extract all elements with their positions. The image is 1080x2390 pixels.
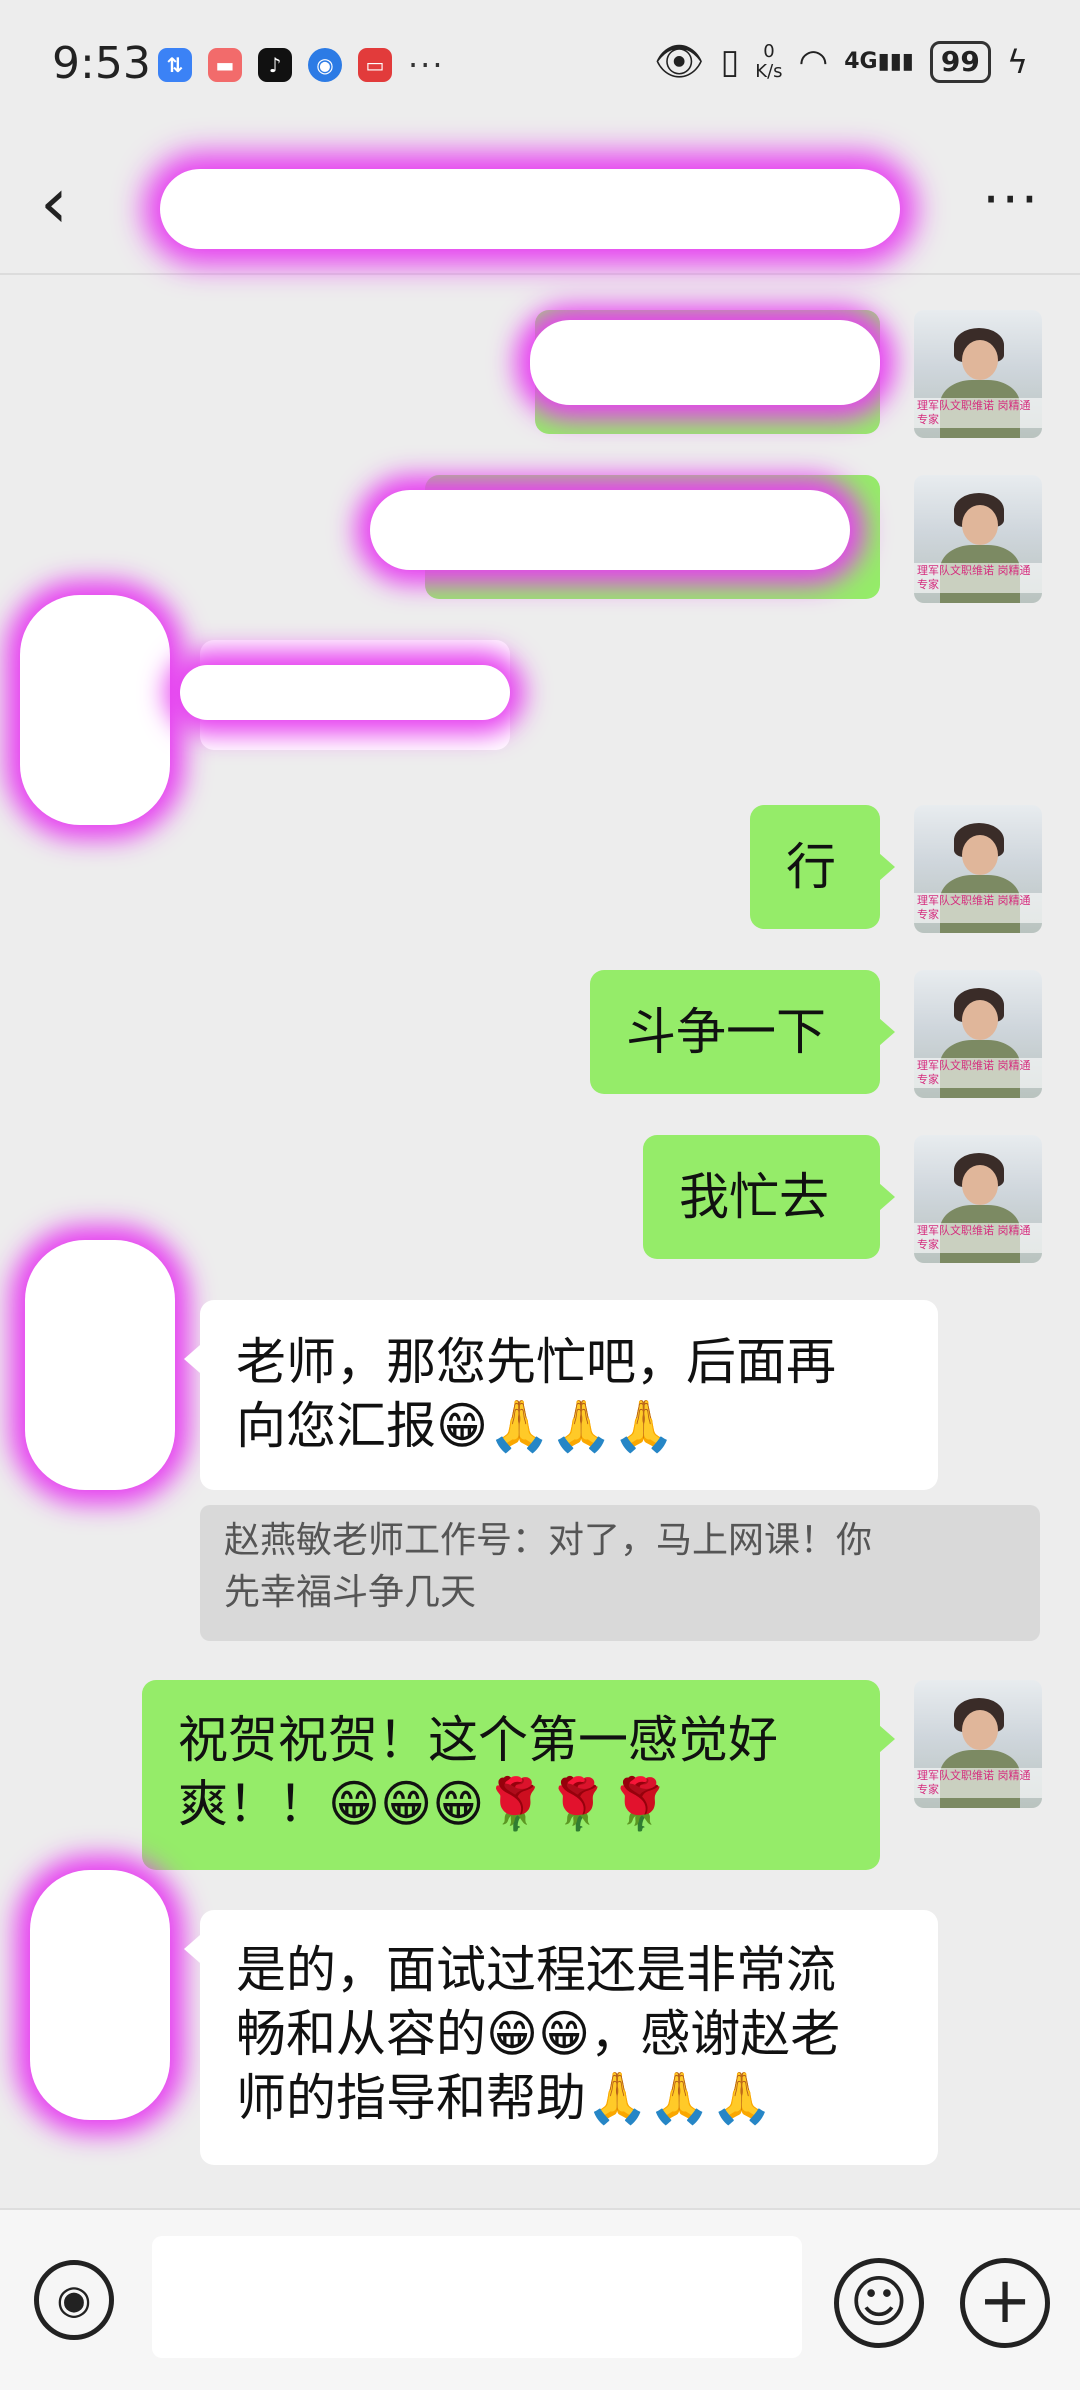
battery-icon: 99 [929,40,991,83]
bubble-tail [879,1018,895,1046]
message-line: 老师，那您先忙吧，后面再 [236,1333,836,1391]
status-bar: 9:53 ⇅ ▬ ♪ ◉ ▭ ··· 👁 ▯ 0 K/s ◠ 4G▮▮▮ 99 … [0,0,1080,135]
message-bubble-outgoing[interactable]: 斗争一下 [590,970,880,1094]
status-time: 9:53 [52,38,151,89]
eye-icon: 👁 [653,39,705,85]
chat-title-redacted [160,169,900,249]
message-bubble-outgoing[interactable]: 我忙去 [643,1135,880,1259]
quote-line: 先幸福斗争几天 [224,1572,477,1613]
bubble-tail [879,1725,895,1753]
quote-line: 赵燕敏老师工作号：对了，马上网课！你 [224,1520,873,1561]
avatar[interactable]: 理军队文职维诺 岗精通专家 [914,310,1042,438]
avatar[interactable]: 理军队文职维诺 岗精通专家 [914,1135,1042,1263]
redaction-mark [25,1240,175,1490]
message-line: 向您汇报😁🙏🙏🙏 [236,1397,675,1455]
message-line: 是的，面试过程还是非常流 [236,1941,836,1999]
redaction-mark [180,665,510,720]
chat-header: ‹ ··· [0,135,1080,275]
tiktok-app-icon: ♪ [258,48,292,82]
emoji-icon[interactable]: ☺ [834,2258,924,2348]
avatar[interactable]: 理军队文职维诺 岗精通专家 [914,805,1042,933]
message-bubble-incoming[interactable]: 老师，那您先忙吧，后面再 向您汇报😁🙏🙏🙏 [200,1300,938,1490]
status-more-icon: ··· [408,46,445,84]
video-app-icon: ▭ [358,48,392,82]
redaction-mark [370,490,850,570]
avatar[interactable]: 理军队文职维诺 岗精通专家 [914,475,1042,603]
message-list[interactable]: 理军队文职维诺 岗精通专家 理军队文职维诺 岗精通专家 行 理军队文职维诺 岗精… [0,275,1080,2205]
more-options-button[interactable]: ··· [983,165,1041,235]
redaction-mark [30,1870,170,2120]
bubble-tail [879,853,895,881]
status-indicators: 👁 ▯ 0 K/s ◠ 4G▮▮▮ 99 ϟ [654,38,1028,85]
avatar[interactable]: 理军队文职维诺 岗精通专家 [914,1680,1042,1808]
bulb-app-icon: ◉ [308,48,342,82]
signal-icon: 4G▮▮▮ [844,49,914,74]
input-bar: ◉ ☺ + [0,2208,1080,2390]
back-button[interactable]: ‹ [40,163,110,243]
avatar[interactable]: 理军队文职维诺 岗精通专家 [914,970,1042,1098]
voice-icon[interactable]: ◉ [34,2260,114,2340]
message-line: 祝贺祝贺！这个第一感觉好 [178,1711,778,1769]
charging-icon: ϟ [1006,42,1028,81]
message-bubble-outgoing[interactable]: 祝贺祝贺！这个第一感觉好 爽！！😁😁😁🌹🌹🌹 [142,1680,880,1870]
bubble-tail [184,1345,200,1373]
message-bubble-outgoing[interactable]: 行 [750,805,880,929]
status-app-icons: ⇅ ▬ ♪ ◉ ▭ ··· [158,46,445,84]
message-line: 畅和从容的😁😁，感谢赵老 [236,2005,841,2063]
message-bubble-incoming[interactable]: 是的，面试过程还是非常流 畅和从容的😁😁，感谢赵老 师的指导和帮助🙏🙏🙏 [200,1910,938,2165]
bubble-tail [879,1183,895,1211]
bubble-tail [184,1935,200,1963]
transfer-app-icon: ⇅ [158,48,192,82]
vibrate-icon: ▯ [720,41,740,82]
message-line: 师的指导和帮助🙏🙏🙏 [236,2069,773,2127]
net-speed: 0 K/s [755,40,783,82]
quoted-message[interactable]: 赵燕敏老师工作号：对了，马上网课！你 先幸福斗争几天 [200,1505,1040,1641]
book-app-icon: ▬ [208,48,242,82]
wifi-icon: ◠ [798,41,829,82]
message-line: 爽！！😁😁😁🌹🌹🌹 [178,1775,672,1833]
redaction-mark [20,595,170,825]
message-input[interactable] [152,2236,802,2358]
redaction-mark [160,169,900,249]
redaction-mark [530,320,880,405]
plus-icon[interactable]: + [960,2258,1050,2348]
